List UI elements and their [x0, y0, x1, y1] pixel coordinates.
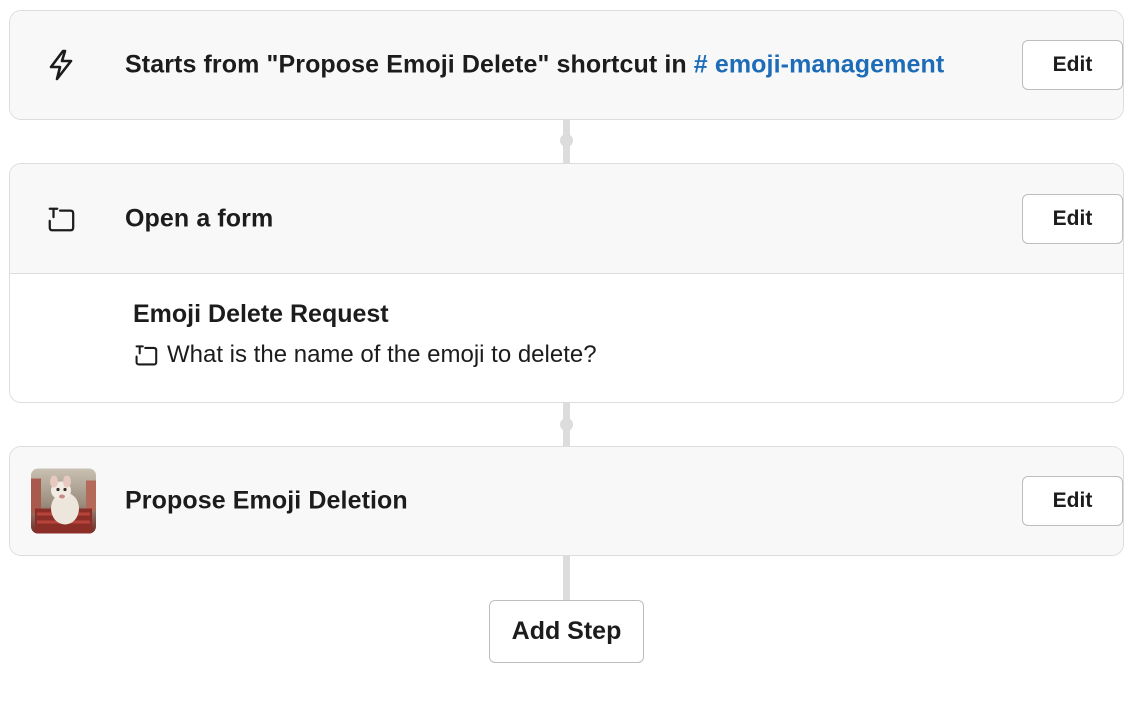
trigger-step-card: Starts from "Propose Emoji Delete" short… [9, 10, 1124, 120]
edit-trigger-button[interactable]: Edit [1022, 40, 1123, 90]
channel-link[interactable]: # emoji-management [694, 51, 944, 79]
form-step-header: Open a form Edit [10, 164, 1123, 273]
connector-dot [560, 134, 573, 147]
lightning-icon [46, 49, 76, 81]
propose-step-card: Propose Emoji Deletion Edit [9, 446, 1124, 556]
connector-line [563, 555, 570, 601]
app-avatar [31, 468, 96, 534]
form-step-title: Open a form [125, 204, 274, 232]
propose-step-title: Propose Emoji Deletion [125, 486, 408, 515]
trigger-step-title: Starts from "Propose Emoji Delete" short… [125, 51, 944, 80]
form-step-details: Emoji Delete Request What is the name of… [10, 273, 1123, 402]
form-question: What is the name of the emoji to delete? [133, 341, 597, 369]
form-step-card: Open a form Edit Emoji Delete Request Wh… [9, 163, 1124, 403]
propose-step-header: Propose Emoji Deletion Edit [10, 447, 1123, 555]
form-icon [133, 344, 159, 366]
trigger-step-text: Starts from "Propose Emoji Delete" short… [125, 50, 694, 79]
connector-dot [560, 418, 573, 431]
form-icon [46, 204, 76, 234]
edit-propose-button[interactable]: Edit [1022, 476, 1123, 526]
form-question-text: What is the name of the emoji to delete? [167, 341, 597, 368]
trigger-step-header: Starts from "Propose Emoji Delete" short… [10, 11, 1123, 119]
form-name: Emoji Delete Request [133, 300, 389, 328]
add-step-button[interactable]: Add Step [489, 600, 644, 663]
edit-form-button[interactable]: Edit [1022, 193, 1123, 244]
